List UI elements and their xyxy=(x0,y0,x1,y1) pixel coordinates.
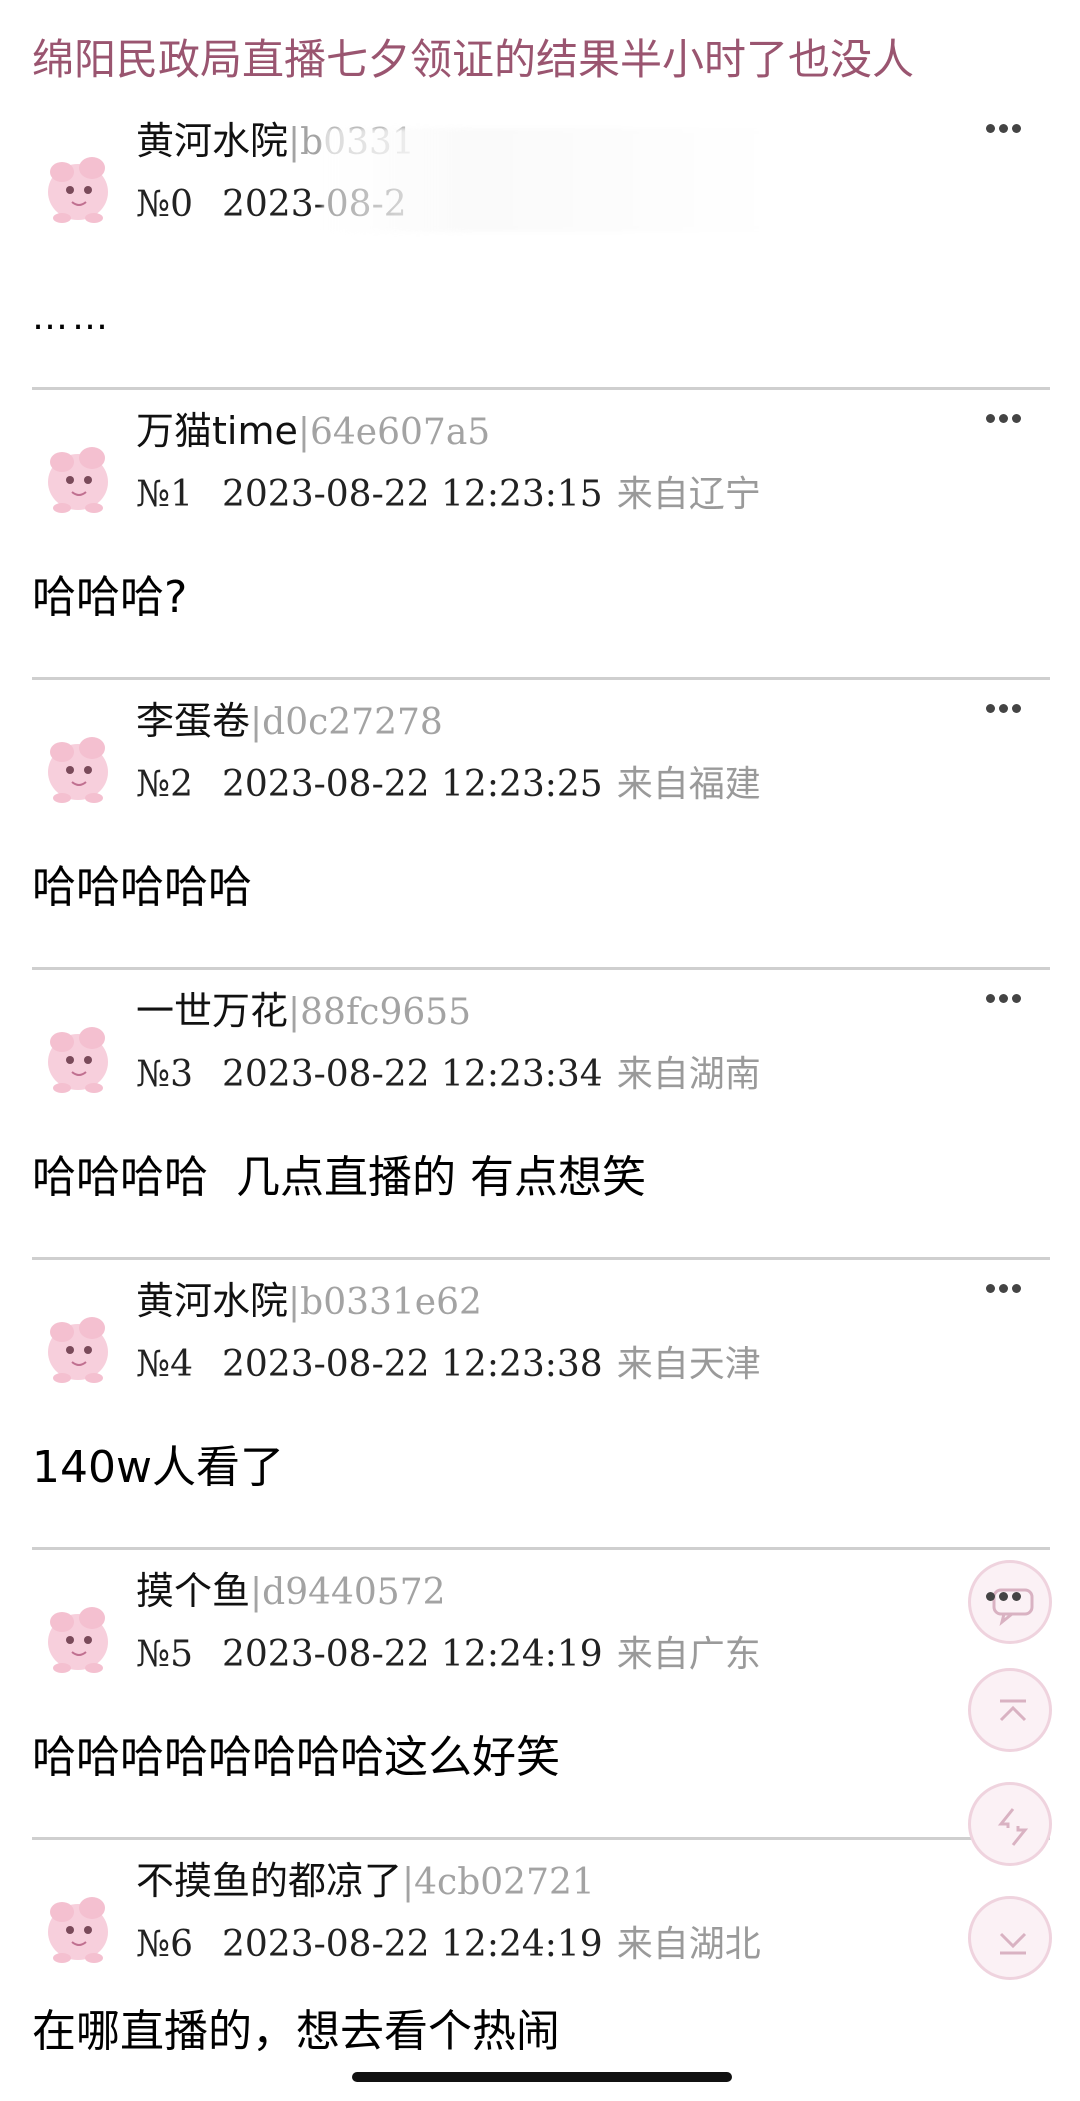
post-content: 哈哈哈? xyxy=(32,572,188,623)
post-time: 2023-08-22 12:23:25 xyxy=(222,764,603,805)
thread-title: 绵阳民政局直播七夕领证的结果半小时了也没人 xyxy=(32,35,915,84)
user-id: |d9440572 xyxy=(250,1572,446,1613)
post-content: 在哪直播的，想去看个热闹 xyxy=(32,2006,560,2057)
post-time: 2023-08-22 12:23:38 xyxy=(222,1344,603,1385)
post-location: 来自天津 xyxy=(616,1344,761,1385)
floor-number: №0 xyxy=(136,184,193,225)
more-dots-icon[interactable] xyxy=(984,988,1028,1008)
scroll-top-button[interactable] xyxy=(968,1668,1052,1752)
post-meta: №6 2023-08-22 12:24:19 来自湖北 xyxy=(136,1918,761,1972)
avatar[interactable] xyxy=(42,1592,114,1674)
user-id: |d0c27278 xyxy=(250,702,443,743)
post-item: 摸个鱼|d9440572 №5 2023-08-22 12:24:19 来自广东 哈… xyxy=(32,1550,1050,1840)
avatar[interactable] xyxy=(42,722,114,804)
post-content: 哈哈哈哈哈哈哈哈这么好笑 xyxy=(32,1732,560,1783)
post-time: 2023-08-22 12:23:15 xyxy=(222,474,603,515)
home-indicator[interactable] xyxy=(352,2072,732,2082)
post-location: 来自福建 xyxy=(616,764,761,805)
username[interactable]: 摸个鱼|d9440572 xyxy=(136,1564,446,1620)
floor-number: №4 xyxy=(136,1344,193,1385)
floor-number: №6 xyxy=(136,1924,193,1965)
user-id: |88fc9655 xyxy=(288,992,472,1033)
username[interactable]: 不摸鱼的都凉了|4cb02721 xyxy=(136,1854,595,1910)
username[interactable]: 一世万花|88fc9655 xyxy=(136,984,471,1040)
post-meta: №5 2023-08-22 12:24:19 来自广东 xyxy=(136,1628,761,1682)
more-dots-icon[interactable] xyxy=(984,1278,1028,1298)
avatar[interactable] xyxy=(42,1302,114,1384)
blur-overlay xyxy=(322,128,822,232)
avatar[interactable] xyxy=(42,142,114,224)
post-meta: №1 2023-08-22 12:23:15 来自辽宁 xyxy=(136,468,761,522)
floor-number: №2 xyxy=(136,764,193,805)
post-location: 来自湖南 xyxy=(616,1054,761,1095)
user-id: |64e607a5 xyxy=(297,412,491,453)
post-content: 140w人看了 xyxy=(32,1442,284,1493)
post-item: 一世万花|88fc9655 №3 2023-08-22 12:23:34 来自湖南 … xyxy=(32,970,1050,1260)
avatar[interactable] xyxy=(42,1012,114,1094)
post-item: 万猫time|64e607a5 №1 2023-08-22 12:23:15 来自辽… xyxy=(32,390,1050,680)
post-item: 不摸鱼的都凉了|4cb02721 №6 2023-08-22 12:24:19 来自… xyxy=(32,1840,1050,2101)
more-dots-icon[interactable] xyxy=(984,118,1028,138)
username[interactable]: 黄河水院|b0331e62 xyxy=(136,1274,482,1330)
post-location: 来自辽宁 xyxy=(616,474,761,515)
post-location: 来自广东 xyxy=(616,1634,761,1675)
post-item: 李蛋卷|d0c27278 №2 2023-08-22 12:23:25 来自福建 哈… xyxy=(32,680,1050,970)
post-content: 哈哈哈哈哈 xyxy=(32,862,252,913)
more-dots-icon[interactable] xyxy=(984,1586,1028,1606)
post-time: 2023-08-22 12:24:19 xyxy=(222,1634,603,1675)
more-dots-icon[interactable] xyxy=(984,698,1028,718)
post-time: 2023-08-22 12:24:19 xyxy=(222,1924,603,1965)
floor-number: №1 xyxy=(136,474,193,515)
user-id: |4cb02721 xyxy=(402,1862,595,1903)
user-id: |b0331e62 xyxy=(288,1282,482,1323)
scroll-bottom-button[interactable] xyxy=(968,1896,1052,1980)
post-location: 来自湖北 xyxy=(616,1924,761,1965)
avatar[interactable] xyxy=(42,1882,114,1964)
post-content: …… xyxy=(32,297,112,338)
username[interactable]: 李蛋卷|d0c27278 xyxy=(136,694,443,750)
post-meta: №3 2023-08-22 12:23:34 来自湖南 xyxy=(136,1048,761,1102)
avatar[interactable] xyxy=(42,432,114,514)
floor-number: №3 xyxy=(136,1054,193,1095)
username[interactable]: 万猫time|64e607a5 xyxy=(136,404,490,460)
post-meta: №4 2023-08-22 12:23:38 来自天津 xyxy=(136,1338,761,1392)
post-item: 黄河水院|b0331e62 №4 2023-08-22 12:23:38 来自天津 … xyxy=(32,1260,1050,1550)
post-meta: №2 2023-08-22 12:23:25 来自福建 xyxy=(136,758,761,812)
more-dots-icon[interactable] xyxy=(984,408,1028,428)
floor-number: №5 xyxy=(136,1634,193,1675)
post-content: 哈哈哈哈 几点直播的 有点想笑 xyxy=(32,1152,646,1203)
post-item: 黄河水院|b0331 №02023-08-2 …… xyxy=(32,100,1050,390)
refresh-button[interactable] xyxy=(968,1782,1052,1866)
post-time: 2023-08-22 12:23:34 xyxy=(222,1054,603,1095)
